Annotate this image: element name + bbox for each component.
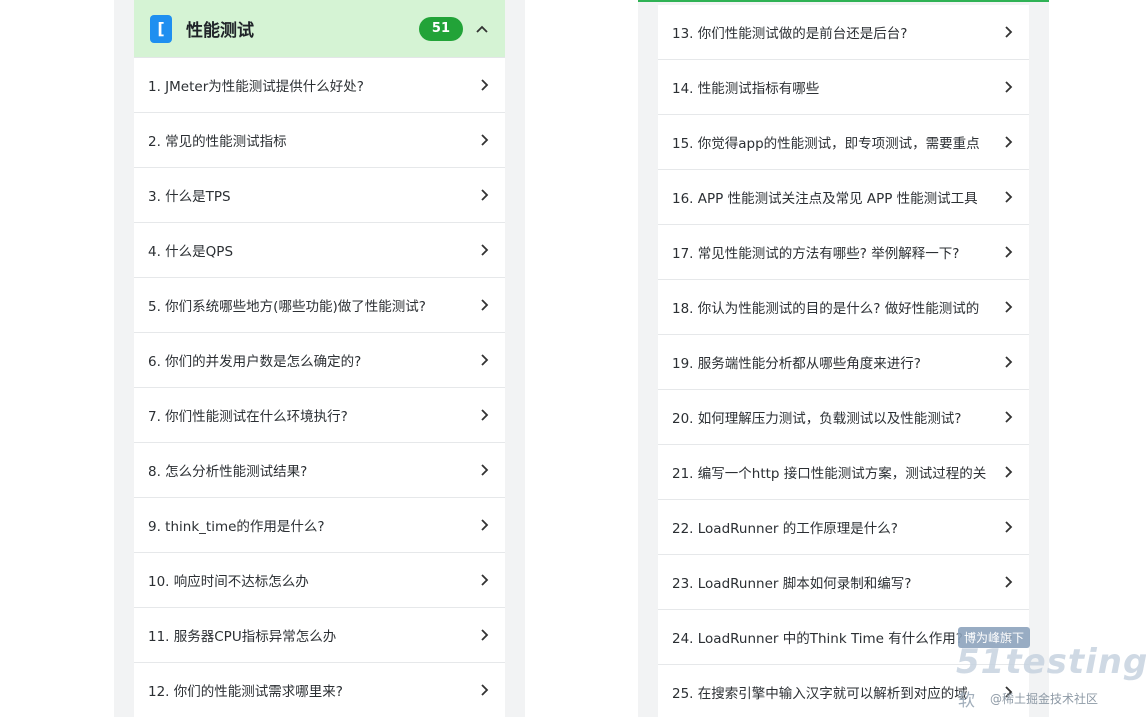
question-text: 13. 你们性能测试做的是前台还是后台? bbox=[672, 26, 908, 42]
question-row[interactable]: 18. 你认为性能测试的目的是什么? 做好性能测试的 bbox=[658, 280, 1029, 335]
chevron-right-icon bbox=[1001, 80, 1015, 94]
chevron-right-icon bbox=[477, 573, 491, 587]
chevron-right-icon bbox=[1001, 300, 1015, 314]
question-text: 18. 你认为性能测试的目的是什么? 做好性能测试的 bbox=[672, 301, 980, 317]
question-row[interactable]: 7. 你们性能测试在什么环境执行? bbox=[134, 388, 505, 443]
question-row[interactable]: 14. 性能测试指标有哪些 bbox=[658, 60, 1029, 115]
question-row[interactable]: 6. 你们的并发用户数是怎么确定的? bbox=[134, 333, 505, 388]
question-row[interactable]: 12. 你们的性能测试需求哪里来? bbox=[134, 663, 505, 717]
question-text: 21. 编写一个http 接口性能测试方案，测试过程的关 bbox=[672, 466, 987, 482]
chevron-right-icon bbox=[1001, 190, 1015, 204]
chevron-right-icon bbox=[477, 463, 491, 477]
right-question-list: 13. 你们性能测试做的是前台还是后台? 14. 性能测试指标有哪些 15. 你觉得… bbox=[658, 5, 1029, 717]
question-text: 2. 常见的性能测试指标 bbox=[148, 134, 287, 150]
question-text: 7. 你们性能测试在什么环境执行? bbox=[148, 409, 348, 425]
question-row[interactable]: 9. think_time的作用是什么? bbox=[134, 498, 505, 553]
question-text: 11. 服务器CPU指标异常怎么办 bbox=[148, 629, 337, 645]
question-text: 20. 如何理解压力测试，负载测试以及性能测试? bbox=[672, 411, 962, 427]
question-text: 16. APP 性能测试关注点及常见 APP 性能测试工具 bbox=[672, 191, 978, 207]
question-text: 4. 什么是QPS bbox=[148, 244, 234, 260]
chevron-up-icon[interactable] bbox=[475, 22, 489, 36]
question-row[interactable]: 20. 如何理解压力测试，负载测试以及性能测试? bbox=[658, 390, 1029, 445]
chevron-right-icon bbox=[1001, 520, 1015, 534]
chevron-right-icon bbox=[477, 188, 491, 202]
chevron-right-icon bbox=[477, 683, 491, 697]
question-row[interactable]: 13. 你们性能测试做的是前台还是后台? bbox=[658, 5, 1029, 60]
question-row[interactable]: 8. 怎么分析性能测试结果? bbox=[134, 443, 505, 498]
section-title: 性能测试 bbox=[186, 21, 254, 41]
chevron-right-icon bbox=[1001, 465, 1015, 479]
chevron-right-icon bbox=[477, 243, 491, 257]
question-row[interactable]: 11. 服务器CPU指标异常怎么办 bbox=[134, 608, 505, 663]
chevron-right-icon bbox=[1001, 355, 1015, 369]
question-row[interactable]: 16. APP 性能测试关注点及常见 APP 性能测试工具 bbox=[658, 170, 1029, 225]
question-row[interactable]: 4. 什么是QPS bbox=[134, 223, 505, 278]
count-badge: 51 bbox=[418, 16, 463, 41]
question-text: 14. 性能测试指标有哪些 bbox=[672, 81, 820, 97]
chevron-right-icon bbox=[1001, 575, 1015, 589]
left-question-list: [ 性能测试 51 1. JMeter为性能测试提供什么好处? 2. 常见的性能测… bbox=[134, 0, 505, 717]
chevron-right-icon bbox=[1001, 25, 1015, 39]
chevron-right-icon bbox=[1001, 135, 1015, 149]
question-row[interactable]: 1. JMeter为性能测试提供什么好处? bbox=[134, 58, 505, 113]
chevron-right-icon bbox=[477, 298, 491, 312]
chevron-right-icon bbox=[1001, 245, 1015, 259]
question-text: 12. 你们的性能测试需求哪里来? bbox=[148, 684, 343, 700]
question-text: 23. LoadRunner 脚本如何录制和编写? bbox=[672, 576, 912, 592]
watermark-cn-char: 软 bbox=[958, 691, 975, 711]
question-text: 5. 你们系统哪些地方(哪些功能)做了性能测试? bbox=[148, 299, 426, 315]
question-row[interactable]: 10. 响应时间不达标怎么办 bbox=[134, 553, 505, 608]
question-text: 6. 你们的并发用户数是怎么确定的? bbox=[148, 354, 362, 370]
watermark-logo: 51testing bbox=[956, 642, 1146, 682]
question-text: 22. LoadRunner 的工作原理是什么? bbox=[672, 521, 898, 537]
chevron-right-icon bbox=[477, 518, 491, 532]
question-text: 9. think_time的作用是什么? bbox=[148, 519, 325, 535]
question-text: 15. 你觉得app的性能测试，即专项测试，需要重点 bbox=[672, 136, 980, 152]
question-text: 25. 在搜索引擎中输入汉字就可以解析到对应的域 bbox=[672, 686, 968, 702]
question-row[interactable]: 3. 什么是TPS bbox=[134, 168, 505, 223]
question-text: 24. LoadRunner 中的Think Time 有什么作用? bbox=[672, 631, 963, 647]
chevron-right-icon bbox=[477, 353, 491, 367]
question-row[interactable]: 17. 常见性能测试的方法有哪些? 举例解释一下? bbox=[658, 225, 1029, 280]
chevron-right-icon bbox=[1001, 410, 1015, 424]
chevron-right-icon bbox=[477, 408, 491, 422]
question-text: 3. 什么是TPS bbox=[148, 189, 231, 205]
question-row[interactable]: 23. LoadRunner 脚本如何录制和编写? bbox=[658, 555, 1029, 610]
chevron-right-icon bbox=[477, 628, 491, 642]
bracket-icon: [ bbox=[150, 14, 172, 43]
question-row[interactable]: 15. 你觉得app的性能测试，即专项测试，需要重点 bbox=[658, 115, 1029, 170]
question-row[interactable]: 19. 服务端性能分析都从哪些角度来进行? bbox=[658, 335, 1029, 390]
question-text: 19. 服务端性能分析都从哪些角度来进行? bbox=[672, 356, 921, 372]
chevron-right-icon bbox=[477, 78, 491, 92]
right-panel: 13. 你们性能测试做的是前台还是后台? 14. 性能测试指标有哪些 15. 你觉得… bbox=[638, 0, 1049, 717]
chevron-right-icon bbox=[477, 133, 491, 147]
watermark-site-text: @稀土掘金技术社区 bbox=[990, 692, 1099, 706]
question-text: 10. 响应时间不达标怎么办 bbox=[148, 574, 309, 590]
question-text: 17. 常见性能测试的方法有哪些? 举例解释一下? bbox=[672, 246, 960, 262]
section-header[interactable]: [ 性能测试 51 bbox=[134, 0, 505, 58]
left-panel: [ 性能测试 51 1. JMeter为性能测试提供什么好处? 2. 常见的性能测… bbox=[114, 0, 525, 717]
question-row[interactable]: 5. 你们系统哪些地方(哪些功能)做了性能测试? bbox=[134, 278, 505, 333]
question-text: 8. 怎么分析性能测试结果? bbox=[148, 464, 308, 480]
question-row[interactable]: 22. LoadRunner 的工作原理是什么? bbox=[658, 500, 1029, 555]
question-row[interactable]: 2. 常见的性能测试指标 bbox=[134, 113, 505, 168]
question-row[interactable]: 21. 编写一个http 接口性能测试方案，测试过程的关 bbox=[658, 445, 1029, 500]
question-text: 1. JMeter为性能测试提供什么好处? bbox=[148, 79, 364, 95]
